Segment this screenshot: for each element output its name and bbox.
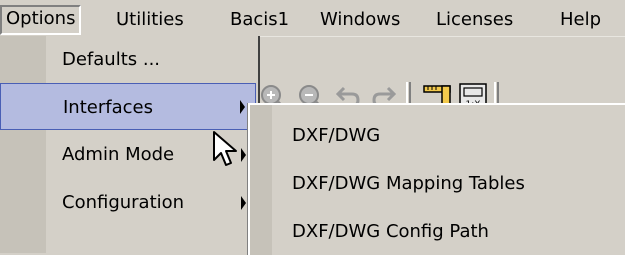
menu-licenses[interactable]: Licenses: [432, 7, 517, 33]
submenu-item-dxf-dwg-mapping-tables[interactable]: DXF/DWG Mapping Tables: [272, 161, 625, 207]
interfaces-submenu: DXF/DWG DXF/DWG Mapping Tables DXF/DWG C…: [248, 103, 625, 255]
submenu-arrow-icon: [241, 195, 246, 210]
submenu-arrow-icon: [240, 99, 245, 114]
menu-bar: Options Utilities Bacis1 Windows License…: [0, 0, 625, 37]
menu-windows[interactable]: Windows: [316, 7, 404, 33]
menu-item-interfaces[interactable]: Interfaces: [0, 83, 256, 130]
submenu-item-label: DXF/DWG Config Path: [292, 221, 489, 242]
submenu-item-dxf-dwg[interactable]: DXF/DWG: [272, 113, 625, 159]
menu-icon-gutter: [0, 36, 46, 253]
menu-help[interactable]: Help: [556, 7, 605, 33]
menu-item-label: Configuration: [62, 192, 185, 213]
menu-item-label: Defaults ...: [62, 49, 161, 70]
menu-options[interactable]: Options: [0, 5, 82, 35]
submenu-icon-gutter: [250, 105, 272, 255]
menu-item-label: Admin Mode: [62, 144, 175, 165]
menu-bacis1[interactable]: Bacis1: [226, 7, 293, 33]
menu-item-label: Interfaces: [63, 97, 153, 118]
menu-utilities[interactable]: Utilities: [112, 7, 188, 33]
menu-item-configuration[interactable]: Configuration: [46, 179, 256, 226]
mouse-pointer-icon: [213, 131, 237, 166]
submenu-item-dxf-dwg-config-path[interactable]: DXF/DWG Config Path: [272, 209, 625, 255]
submenu-item-label: DXF/DWG: [292, 125, 381, 146]
submenu-item-label: DXF/DWG Mapping Tables: [292, 173, 525, 194]
menu-item-defaults[interactable]: Defaults ...: [46, 36, 256, 83]
